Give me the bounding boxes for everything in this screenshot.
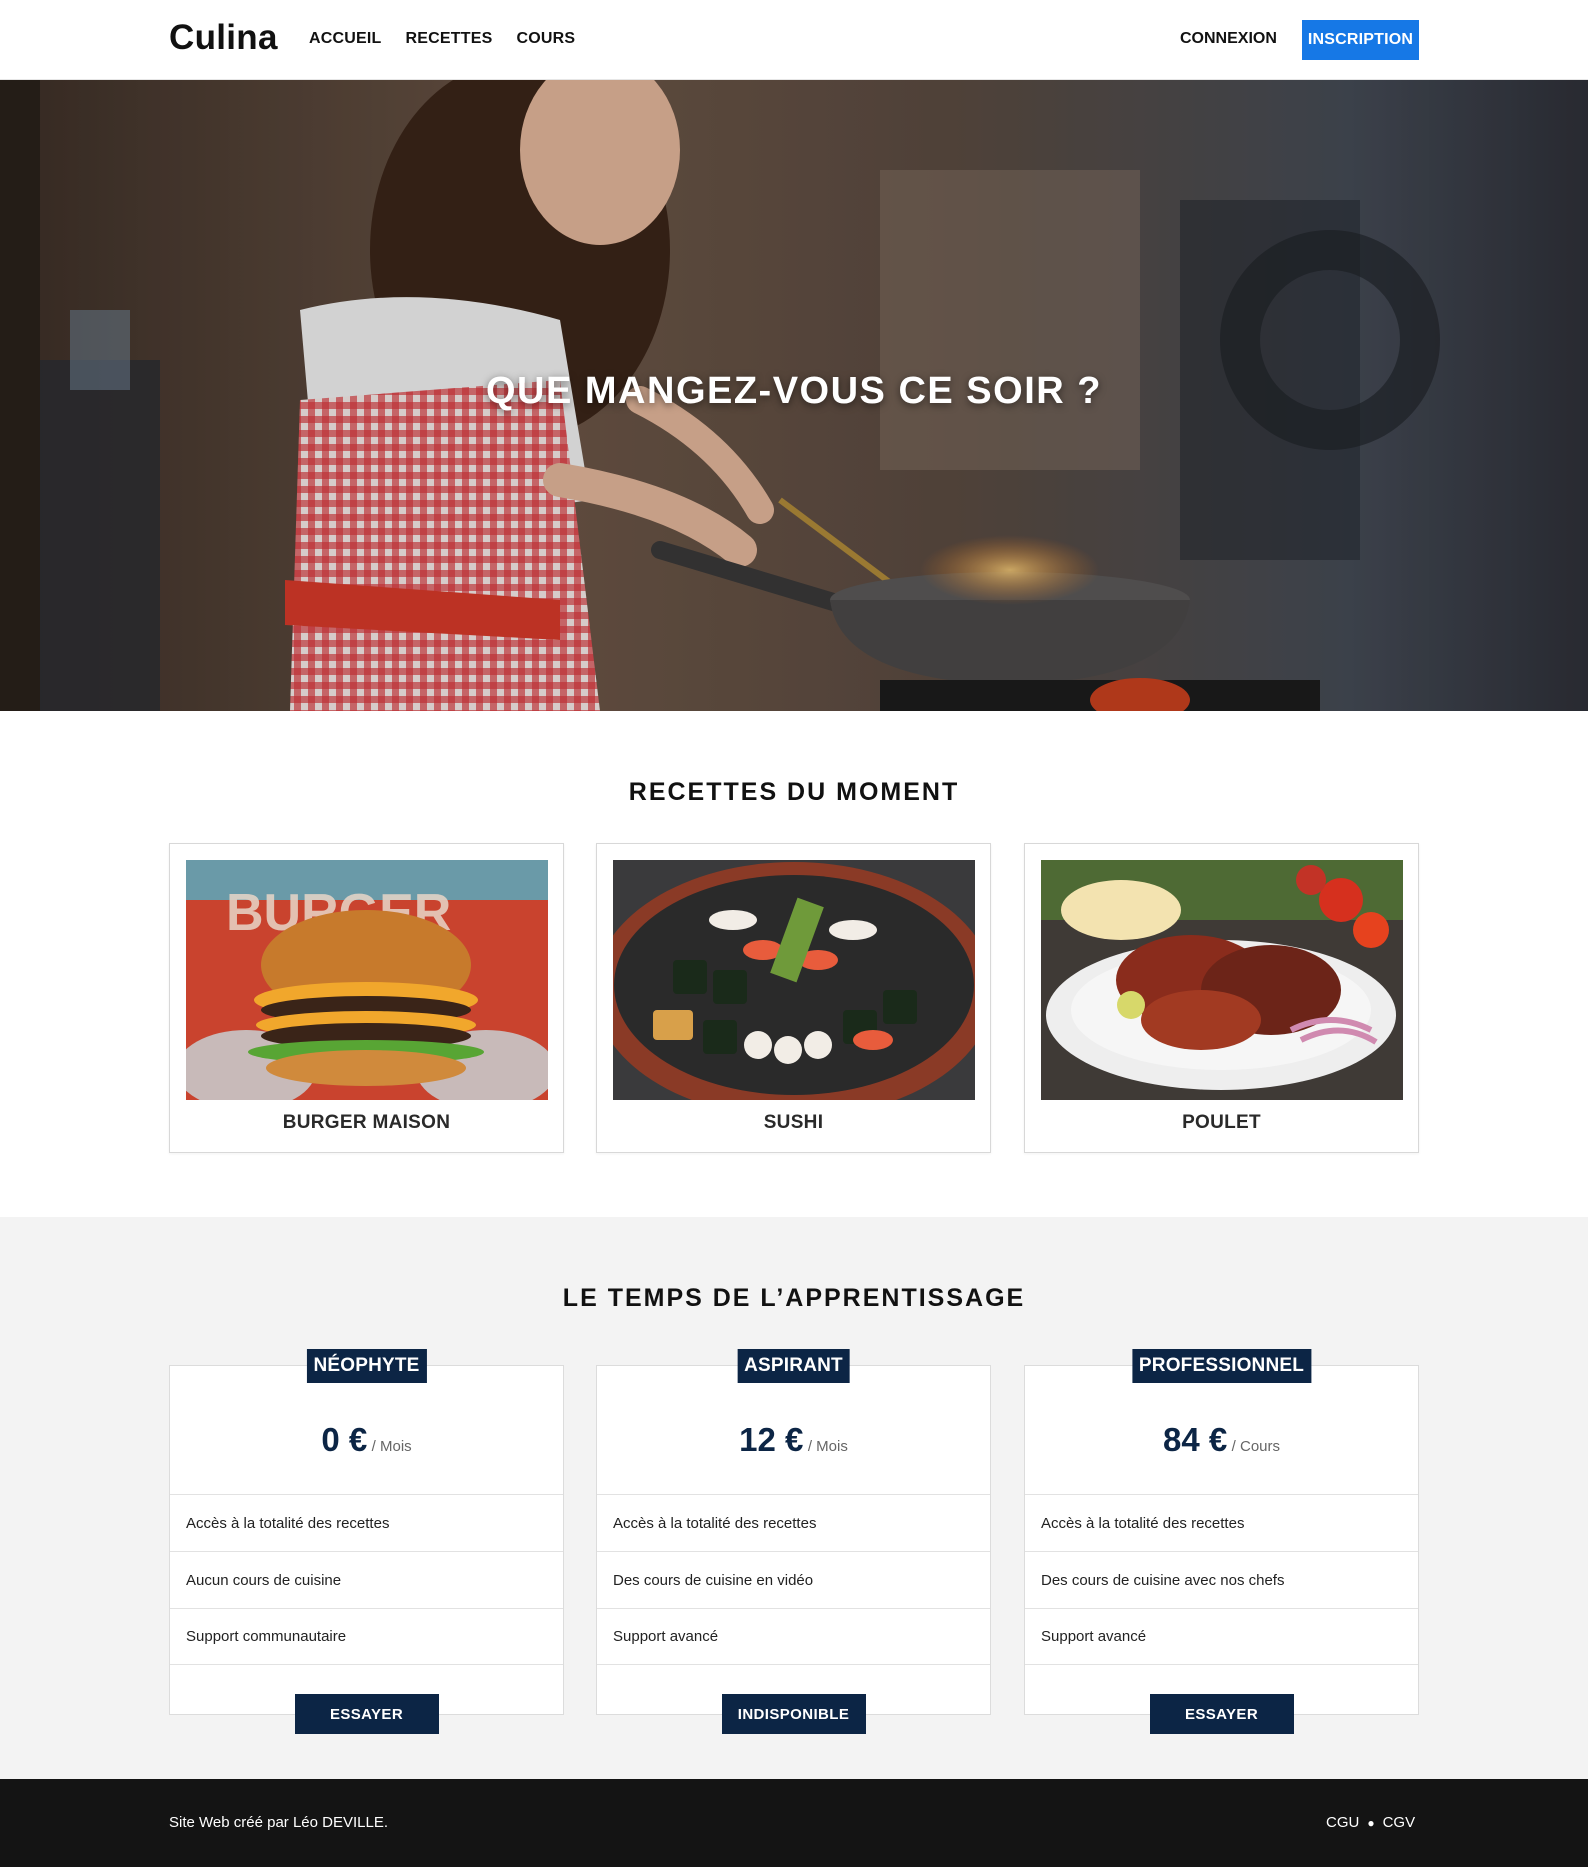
site-logo[interactable]: Culina: [169, 18, 278, 58]
plan-price: 12 € / Mois: [597, 1421, 990, 1459]
plan-feature: Des cours de cuisine en vidéo: [597, 1551, 990, 1608]
try-button[interactable]: ESSAYER: [1149, 1694, 1294, 1734]
plan-amount: 84 €: [1162, 1421, 1228, 1458]
recipe-name: POULET: [1182, 1112, 1261, 1133]
footer-link-cgu[interactable]: CGU: [1326, 1814, 1359, 1831]
pricing-section-title: LE TEMPS DE L’APPRENTISSAGE: [562, 1284, 1026, 1312]
burger-image: BURGER: [186, 860, 548, 1100]
recipe-name: SUSHI: [763, 1112, 824, 1133]
plan-features: Accès à la totalité des recettes Des cou…: [597, 1494, 990, 1665]
site-footer: Site Web créé par Léo DEVILLE. CGU ● CGV: [0, 1779, 1588, 1867]
recipe-name: BURGER MAISON: [282, 1112, 451, 1133]
recipe-card-burger[interactable]: BURGER BURGER MAISON: [169, 843, 564, 1153]
plan-badge: PROFESSIONNEL: [1131, 1349, 1312, 1383]
plan-card-professionnel: PROFESSIONNEL 84 € / Cours Accès à la to…: [1024, 1349, 1419, 1734]
plan-period: / Mois: [371, 1438, 412, 1455]
plan-period: / Cours: [1231, 1438, 1281, 1455]
nav-link-recettes[interactable]: RECETTES: [406, 30, 493, 48]
plan-badge: ASPIRANT: [737, 1349, 850, 1383]
nav-link-accueil[interactable]: ACCUEIL: [309, 30, 382, 48]
nav-link-cours[interactable]: COURS: [516, 30, 575, 48]
plan-period: / Mois: [807, 1438, 848, 1455]
footer-links: CGU ● CGV: [1326, 1814, 1415, 1831]
footer-link-cgv[interactable]: CGV: [1383, 1814, 1416, 1831]
plan-feature: Accès à la totalité des recettes: [170, 1494, 563, 1551]
hero-title: QUE MANGEZ-VOUS CE SOIR ?: [486, 370, 1102, 412]
login-link[interactable]: CONNEXION: [1180, 30, 1277, 48]
plan-feature: Support avancé: [597, 1608, 990, 1665]
plan-feature: Accès à la totalité des recettes: [1025, 1494, 1418, 1551]
plan-card-neophyte: NÉOPHYTE 0 € / Mois Accès à la totalité …: [169, 1349, 564, 1734]
footer-credit: Site Web créé par Léo DEVILLE.: [169, 1814, 389, 1831]
site-header: Culina ACCUEIL RECETTES COURS CONNEXION …: [0, 0, 1588, 80]
signup-button[interactable]: INSCRIPTION: [1302, 20, 1419, 60]
plan-features: Accès à la totalité des recettes Aucun c…: [170, 1494, 563, 1665]
recipe-card-poulet[interactable]: POULET: [1024, 843, 1419, 1153]
unavailable-button[interactable]: INDISPONIBLE: [721, 1694, 866, 1734]
chicken-image: [1041, 860, 1403, 1100]
bullet-separator-icon: ●: [1367, 1815, 1375, 1830]
plan-price: 84 € / Cours: [1025, 1421, 1418, 1459]
plan-feature: Support avancé: [1025, 1608, 1418, 1665]
plan-amount: 12 €: [739, 1421, 804, 1458]
plan-feature: Des cours de cuisine avec nos chefs: [1025, 1551, 1418, 1608]
main-nav: ACCUEIL RECETTES COURS: [309, 30, 575, 48]
plan-feature: Accès à la totalité des recettes: [597, 1494, 990, 1551]
plan-feature: Support communautaire: [170, 1608, 563, 1665]
try-button[interactable]: ESSAYER: [294, 1694, 439, 1734]
plan-card-aspirant: ASPIRANT 12 € / Mois Accès à la totalité…: [596, 1349, 991, 1734]
hero-banner: QUE MANGEZ-VOUS CE SOIR ?: [0, 80, 1588, 711]
recipes-section-title: RECETTES DU MOMENT: [628, 778, 960, 806]
plan-features: Accès à la totalité des recettes Des cou…: [1025, 1494, 1418, 1665]
plan-amount: 0 €: [321, 1421, 368, 1458]
plan-price: 0 € / Mois: [170, 1421, 563, 1459]
plan-feature: Aucun cours de cuisine: [170, 1551, 563, 1608]
sushi-image: [613, 860, 975, 1100]
plan-badge: NÉOPHYTE: [306, 1349, 427, 1383]
recipe-card-sushi[interactable]: SUSHI: [596, 843, 991, 1153]
